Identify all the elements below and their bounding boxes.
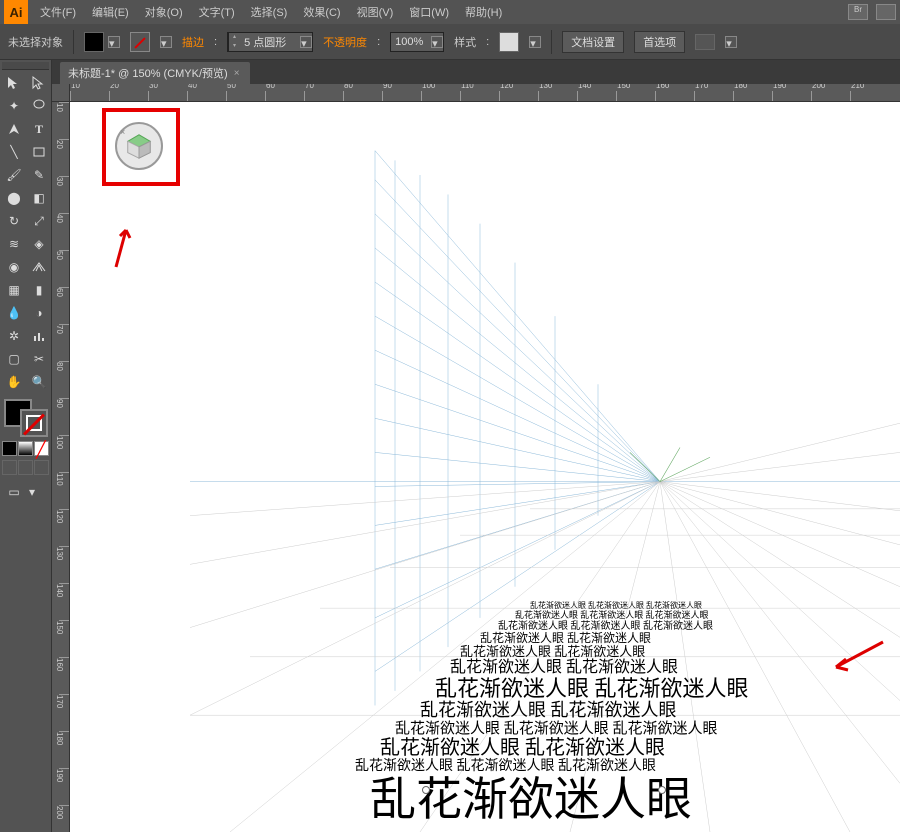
gradient-tool[interactable]: ▮ [27, 279, 51, 301]
width-tool[interactable]: ≋ [2, 233, 26, 255]
style-swatch[interactable] [499, 32, 519, 52]
direct-selection-tool[interactable] [27, 72, 51, 94]
rotate-tool[interactable]: ↻ [2, 210, 26, 232]
gradient-mode[interactable] [18, 441, 33, 456]
selection-status: 未选择对象 [8, 34, 63, 50]
eyedropper-tool[interactable]: 💧 [2, 302, 26, 324]
menu-help[interactable]: 帮助(H) [461, 2, 506, 22]
stroke-profile-field[interactable] [240, 36, 300, 48]
blend-tool[interactable]: ◑ [27, 302, 51, 324]
annotation-arrow-1 [108, 222, 138, 272]
style-dropdown[interactable]: ▾ [529, 36, 541, 48]
align-icon[interactable] [695, 34, 715, 50]
options-bar: 未选择对象 ▾ ▾ 描边 : ▴▾ ▾ 不透明度 : ▾ 样式 : ▾ 文档设置… [0, 24, 900, 60]
menu-object[interactable]: 对象(O) [141, 2, 187, 22]
stroke-label: 描边 [182, 34, 204, 50]
stroke-color[interactable] [20, 409, 48, 437]
symbol-sprayer-tool[interactable]: ✲ [2, 325, 26, 347]
no-stroke-icon[interactable] [130, 32, 150, 52]
menu-bar: Ai 文件(F) 编辑(E) 对象(O) 文字(T) 选择(S) 效果(C) 视… [0, 0, 900, 24]
blob-brush-tool[interactable]: ⬤ [2, 187, 26, 209]
menu-file[interactable]: 文件(F) [36, 2, 80, 22]
menu-view[interactable]: 视图(V) [353, 2, 398, 22]
menu-window[interactable]: 窗口(W) [405, 2, 453, 22]
annotation-highlight [102, 108, 180, 186]
pencil-tool[interactable]: ✎ [27, 164, 51, 186]
draw-modes[interactable] [2, 460, 49, 475]
menu-edit[interactable]: 编辑(E) [88, 2, 133, 22]
arrange-icon[interactable] [876, 4, 896, 20]
eraser-tool[interactable]: ◧ [27, 187, 51, 209]
menu-effect[interactable]: 效果(C) [299, 2, 344, 22]
opacity-input[interactable]: ▾ [390, 32, 444, 52]
selection-tool[interactable] [2, 72, 26, 94]
fill-stroke-swatches[interactable] [2, 397, 50, 439]
toolbar: ✦ T ╲ 🖌 ✎ ⬤ ◧ ↻ ⤢ ≋ ◈ ◉ ▦ ▮ 💧 ◑ ✲ ▢ ✂ ✋ … [0, 60, 52, 832]
document-tab[interactable]: 未标题-1* @ 150% (CMYK/预览) × [60, 62, 250, 84]
none-mode[interactable]: ╱ [34, 441, 49, 456]
app-logo-icon: Ai [4, 0, 28, 24]
tab-title: 未标题-1* @ 150% (CMYK/预览) [68, 65, 228, 81]
annotation-arrow-2 [828, 637, 888, 677]
doc-setup-button[interactable]: 文档设置 [562, 31, 624, 53]
mesh-tool[interactable]: ▦ [2, 279, 26, 301]
hand-tool[interactable]: ✋ [2, 371, 26, 393]
perspective-text-group: 乱花渐欲迷人眼 乱花渐欲迷人眼 乱花渐欲迷人眼 乱花渐欲迷人眼 乱花渐欲迷人眼 … [380, 602, 900, 825]
perspective-grid-tool[interactable] [27, 256, 51, 278]
anchor-point[interactable] [658, 786, 666, 794]
free-transform-tool[interactable]: ◈ [27, 233, 51, 255]
column-graph-tool[interactable] [27, 325, 51, 347]
tab-close-icon[interactable]: × [234, 68, 240, 79]
type-tool[interactable]: T [27, 118, 51, 140]
opacity-field[interactable] [391, 36, 431, 48]
prefs-button[interactable]: 首选项 [634, 31, 685, 53]
ruler-origin[interactable] [52, 84, 70, 102]
scale-tool[interactable]: ⤢ [27, 210, 51, 232]
opacity-label: 不透明度 [323, 34, 367, 50]
lasso-tool[interactable] [27, 95, 51, 117]
menu-select[interactable]: 选择(S) [247, 2, 292, 22]
paintbrush-tool[interactable]: 🖌 [2, 164, 26, 186]
horizontal-ruler[interactable]: 1020304050607080901001101201301401501601… [70, 84, 900, 102]
fill-swatch[interactable]: ▾ [84, 32, 120, 52]
color-mode[interactable] [2, 441, 17, 456]
pen-tool[interactable] [2, 118, 26, 140]
stroke-dropdown[interactable]: ▾ [160, 36, 172, 48]
canvas[interactable]: × [70, 102, 900, 832]
zoom-tool[interactable]: 🔍 [27, 371, 51, 393]
magic-wand-tool[interactable]: ✦ [2, 95, 26, 117]
rectangle-tool[interactable] [27, 141, 51, 163]
artboard-tool[interactable]: ▢ [2, 348, 26, 370]
toolbar-grip[interactable] [2, 62, 49, 70]
menu-type[interactable]: 文字(T) [195, 2, 239, 22]
stroke-profile-input[interactable]: ▴▾ ▾ [227, 32, 313, 52]
style-label: 样式 [454, 34, 476, 50]
slice-tool[interactable]: ✂ [27, 348, 51, 370]
document-area: 未标题-1* @ 150% (CMYK/预览) × 10203040506070… [52, 60, 900, 832]
vertical-ruler[interactable]: 1020304050607080901001101201301401501601… [52, 102, 70, 832]
line-tool[interactable]: ╲ [2, 141, 26, 163]
screen-mode[interactable]: ▭ ▾ [2, 481, 49, 503]
anchor-point[interactable] [422, 786, 430, 794]
shape-builder-tool[interactable]: ◉ [2, 256, 26, 278]
br-icon[interactable]: Br [848, 4, 868, 20]
